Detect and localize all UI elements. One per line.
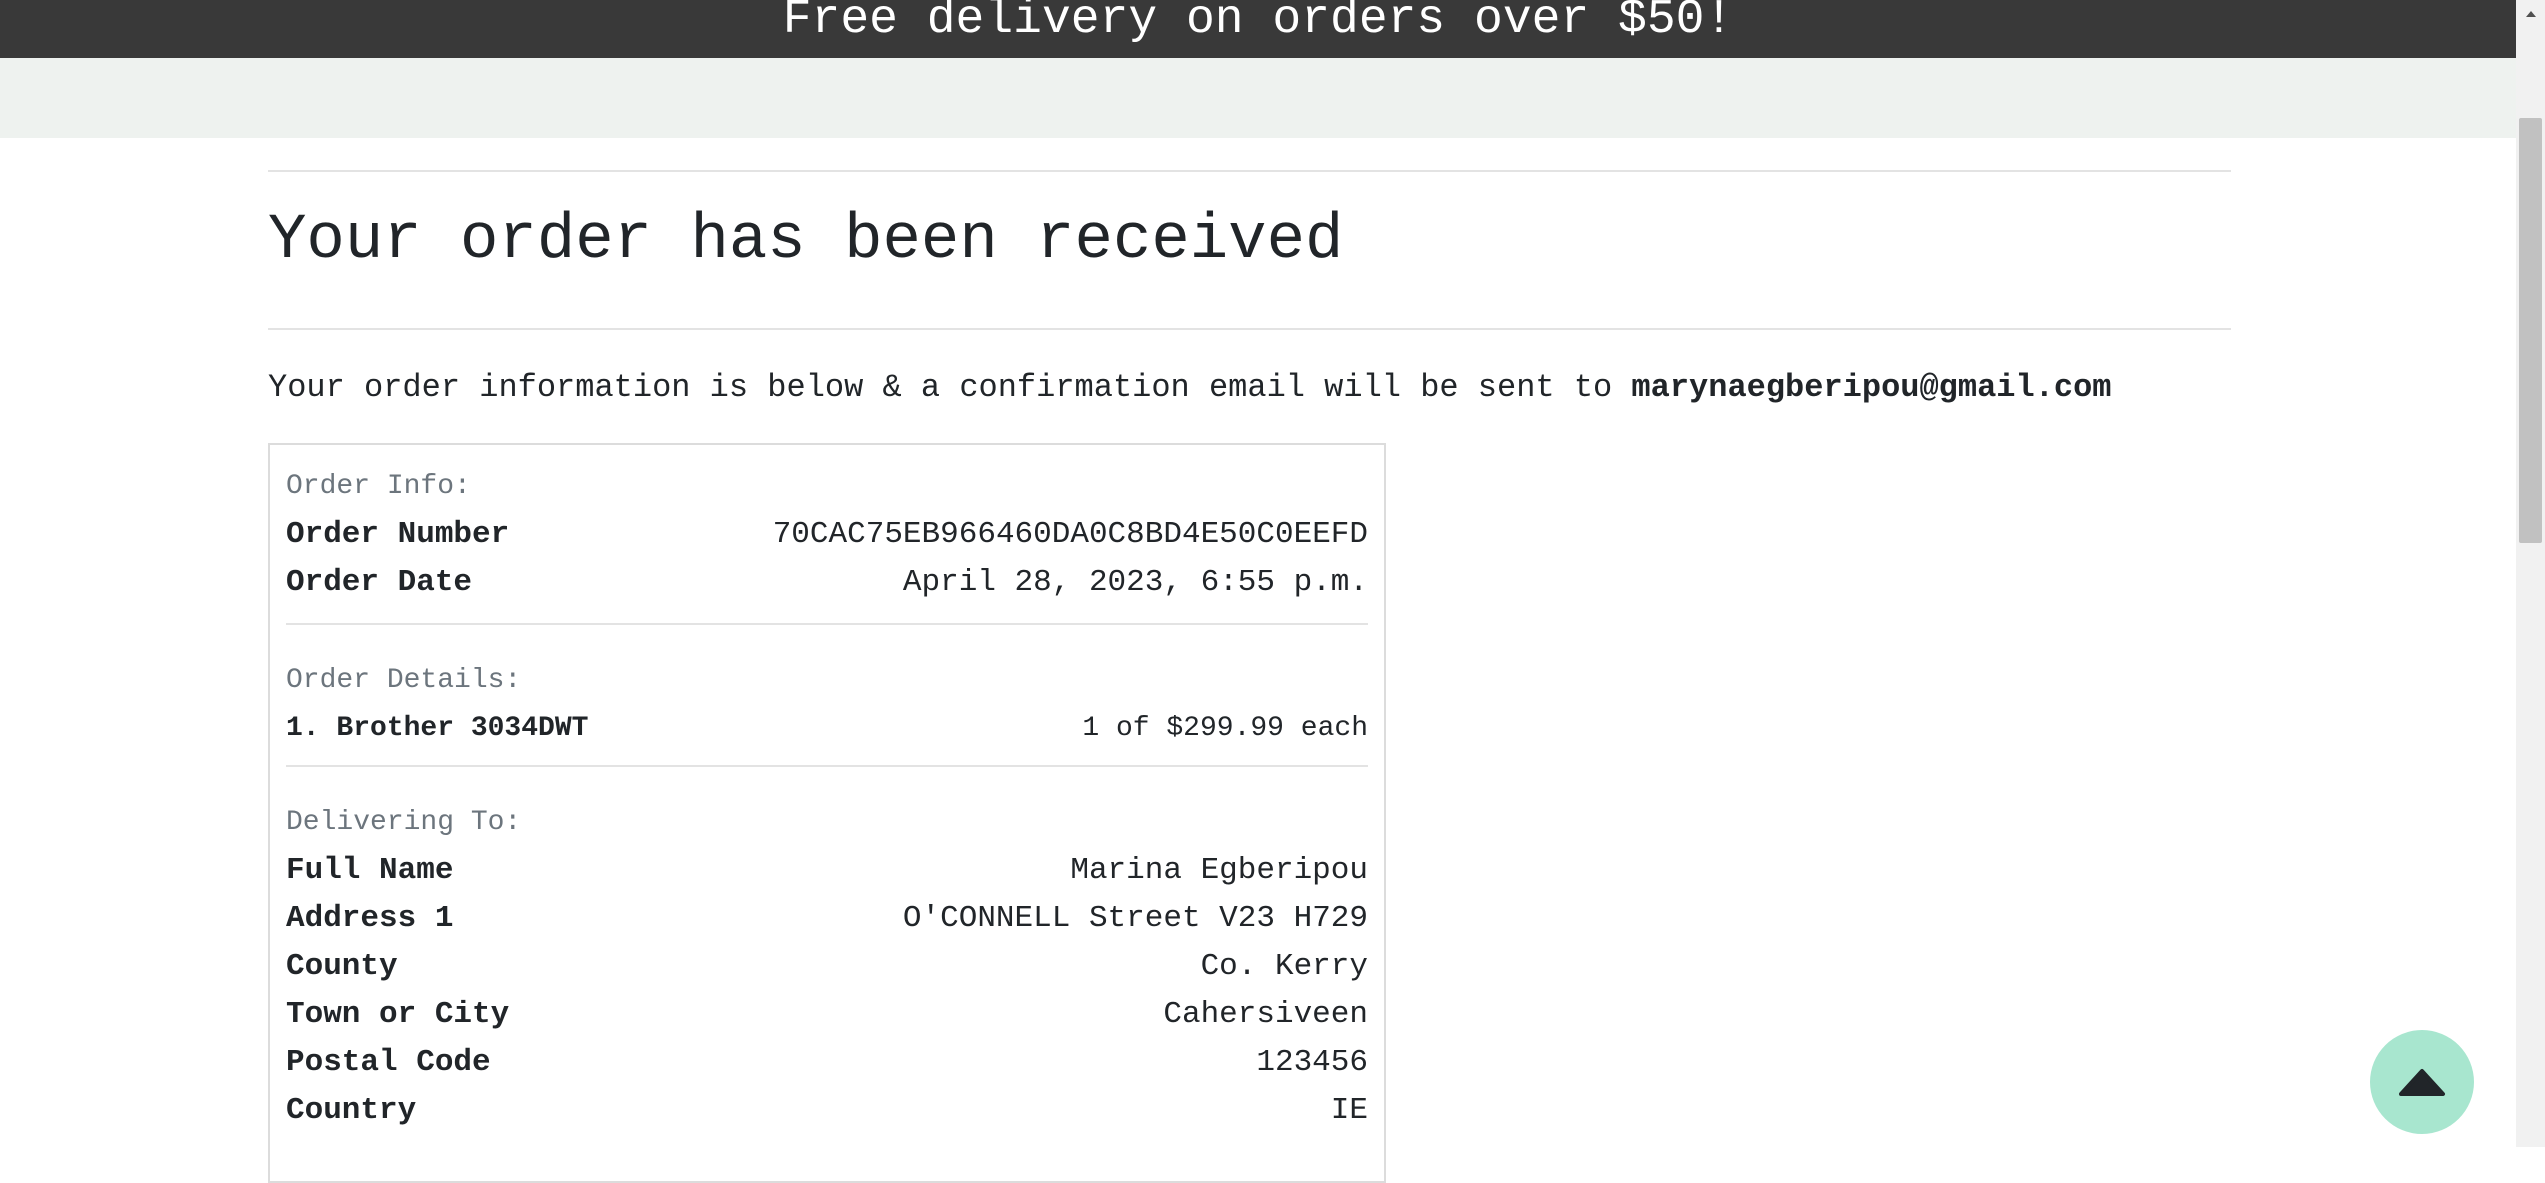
confirmation-intro: Your order information is below & a conf… [268, 368, 2231, 408]
delivery-row: Full Name Marina Egberipou [286, 847, 1368, 895]
delivery-field-label: County [286, 949, 398, 984]
delivery-field-value: O'CONNELL Street V23 H729 [902, 901, 1368, 936]
order-details-label: Order Details: [286, 665, 522, 696]
order-number-row: Order Number 70CAC75EB966460DA0C8BD4E50C… [286, 511, 1368, 559]
delivery-field-label: Town or City [286, 997, 510, 1032]
delivery-field-label: Full Name [286, 853, 454, 888]
order-date-value: April 28, 2023, 6:55 p.m. [902, 565, 1368, 600]
delivery-row: Country IE [286, 1087, 1368, 1135]
order-item-qty-price: 1 of $299.99 each [1082, 713, 1368, 744]
order-date-label: Order Date [286, 565, 473, 600]
order-number-value: 70CAC75EB966460DA0C8BD4E50C0EEFD [772, 517, 1368, 552]
banner-text: Free delivery on orders over $50! [782, 0, 1734, 47]
delivery-field-label: Postal Code [286, 1045, 491, 1080]
delivery-field-value: 123456 [1256, 1045, 1368, 1080]
delivery-field-value: IE [1330, 1093, 1368, 1128]
order-item-name: 1. Brother 3034DWT [286, 713, 589, 744]
title-divider [268, 328, 2231, 330]
delivery-row: Address 1 O'CONNELL Street V23 H729 [286, 895, 1368, 943]
main-content: Your order has been received Your order … [268, 170, 2231, 1183]
order-info-label: Order Info: [286, 471, 471, 502]
delivery-banner: Free delivery on orders over $50! [0, 0, 2516, 58]
scroll-up-button[interactable] [2516, 0, 2545, 28]
delivery-field-value: Marina Egberipou [1070, 853, 1368, 888]
order-date-row: Order Date April 28, 2023, 6:55 p.m. [286, 559, 1368, 607]
delivery-field-value: Cahersiveen [1163, 997, 1368, 1032]
vertical-scrollbar[interactable] [2516, 0, 2545, 1147]
scrollbar-thumb[interactable] [2519, 118, 2542, 543]
back-to-top-button[interactable] [2370, 1030, 2474, 1134]
delivery-row: Town or City Cahersiveen [286, 991, 1368, 1039]
header-subbar [0, 58, 2516, 138]
page-title: Your order has been received [268, 205, 1344, 277]
caret-up-icon [2399, 1069, 2445, 1096]
scroll-up-arrow-icon [2525, 11, 2536, 17]
delivery-row: County Co. Kerry [286, 943, 1368, 991]
intro-text: Your order information is below & a conf… [268, 369, 1613, 406]
delivering-to-label: Delivering To: [286, 807, 522, 838]
delivery-row: Postal Code 123456 [286, 1039, 1368, 1087]
delivery-field-label: Address 1 [286, 901, 454, 936]
order-item-row: 1. Brother 3034DWT 1 of $299.99 each [286, 705, 1368, 753]
order-number-label: Order Number [286, 517, 510, 552]
confirmation-email: marynaegberipou@gmail.com [1631, 369, 2112, 406]
order-summary-card: Order Info: Order Number 70CAC75EB966460… [268, 443, 1386, 1183]
delivery-field-value: Co. Kerry [1200, 949, 1368, 984]
delivery-field-label: Country [286, 1093, 417, 1128]
